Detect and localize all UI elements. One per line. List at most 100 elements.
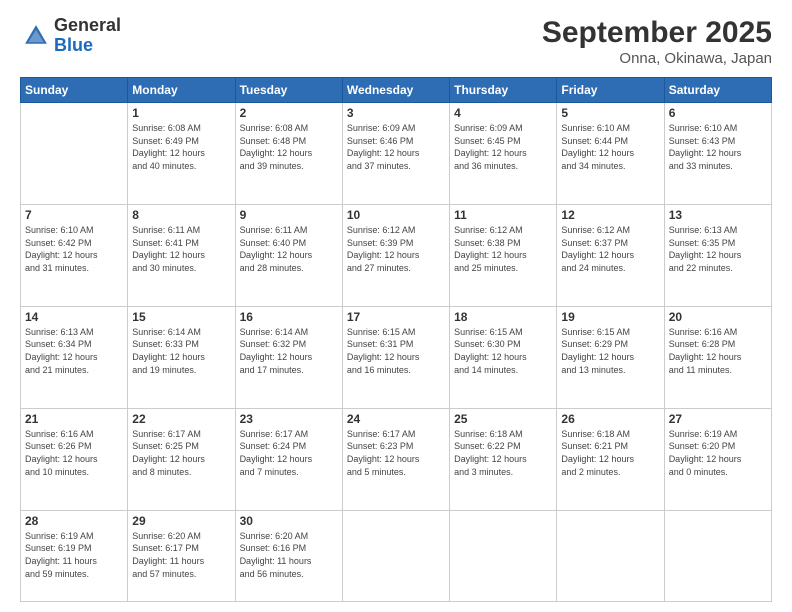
calendar-cell: 28 Sunrise: 6:19 AM Sunset: 6:19 PM Dayli… (21, 510, 128, 601)
weekday-header-row: SundayMondayTuesdayWednesdayThursdayFrid… (21, 78, 772, 103)
calendar-week-row: 28 Sunrise: 6:19 AM Sunset: 6:19 PM Dayli… (21, 510, 772, 601)
day-number: 29 (132, 514, 230, 528)
day-info: Sunrise: 6:08 AM Sunset: 6:49 PM Dayligh… (132, 122, 230, 172)
calendar-week-row: 21Sunrise: 6:16 AM Sunset: 6:26 PM Dayli… (21, 408, 772, 510)
day-info: Sunrise: 6:18 AM Sunset: 6:21 PM Dayligh… (561, 428, 659, 478)
day-info: Sunrise: 6:10 AM Sunset: 6:43 PM Dayligh… (669, 122, 767, 172)
day-number: 27 (669, 412, 767, 426)
calendar-cell: 20 Sunrise: 6:16 AM Sunset: 6:28 PM Dayli… (664, 306, 771, 408)
day-info: Sunrise: 6:16 AM Sunset: 6:28 PM Dayligh… (669, 326, 767, 376)
day-number: 4 (454, 106, 552, 120)
calendar-cell: 25 Sunrise: 6:18 AM Sunset: 6:22 PM Dayli… (450, 408, 557, 510)
weekday-header-monday: Monday (128, 78, 235, 103)
calendar-cell: 1 Sunrise: 6:08 AM Sunset: 6:49 PM Daylig… (128, 103, 235, 205)
day-info: Sunrise: 6:08 AM Sunset: 6:48 PM Dayligh… (240, 122, 338, 172)
calendar-cell: 30 Sunrise: 6:20 AM Sunset: 6:16 PM Dayli… (235, 510, 342, 601)
day-number: 17 (347, 310, 445, 324)
day-number: 12 (561, 208, 659, 222)
calendar-cell: 4 Sunrise: 6:09 AM Sunset: 6:45 PM Daylig… (450, 103, 557, 205)
calendar-cell: 9Sunrise: 6:11 AM Sunset: 6:40 PM Daylig… (235, 204, 342, 306)
calendar-cell (342, 510, 449, 601)
day-info: Sunrise: 6:17 AM Sunset: 6:24 PM Dayligh… (240, 428, 338, 478)
calendar-cell (664, 510, 771, 601)
weekday-header-sunday: Sunday (21, 78, 128, 103)
logo-text: General Blue (54, 16, 121, 56)
day-info: Sunrise: 6:19 AM Sunset: 6:19 PM Dayligh… (25, 530, 123, 580)
calendar-cell: 26 Sunrise: 6:18 AM Sunset: 6:21 PM Dayli… (557, 408, 664, 510)
day-number: 24 (347, 412, 445, 426)
day-number: 20 (669, 310, 767, 324)
day-info: Sunrise: 6:15 AM Sunset: 6:29 PM Dayligh… (561, 326, 659, 376)
month-title: September 2025 (542, 16, 772, 50)
day-number: 18 (454, 310, 552, 324)
day-info: Sunrise: 6:13 AM Sunset: 6:35 PM Dayligh… (669, 224, 767, 274)
calendar-table: SundayMondayTuesdayWednesdayThursdayFrid… (20, 77, 772, 602)
day-number: 2 (240, 106, 338, 120)
day-info: Sunrise: 6:17 AM Sunset: 6:23 PM Dayligh… (347, 428, 445, 478)
calendar-cell: 21Sunrise: 6:16 AM Sunset: 6:26 PM Dayli… (21, 408, 128, 510)
day-info: Sunrise: 6:15 AM Sunset: 6:31 PM Dayligh… (347, 326, 445, 376)
day-number: 26 (561, 412, 659, 426)
day-info: Sunrise: 6:15 AM Sunset: 6:30 PM Dayligh… (454, 326, 552, 376)
calendar-cell: 27 Sunrise: 6:19 AM Sunset: 6:20 PM Dayli… (664, 408, 771, 510)
day-number: 8 (132, 208, 230, 222)
day-info: Sunrise: 6:10 AM Sunset: 6:44 PM Dayligh… (561, 122, 659, 172)
weekday-header-tuesday: Tuesday (235, 78, 342, 103)
day-number: 5 (561, 106, 659, 120)
calendar-week-row: 14 Sunrise: 6:13 AM Sunset: 6:34 PM Dayli… (21, 306, 772, 408)
calendar-cell: 15Sunrise: 6:14 AM Sunset: 6:33 PM Dayli… (128, 306, 235, 408)
day-info: Sunrise: 6:17 AM Sunset: 6:25 PM Dayligh… (132, 428, 230, 478)
logo-icon (22, 22, 50, 50)
calendar-cell: 23 Sunrise: 6:17 AM Sunset: 6:24 PM Dayli… (235, 408, 342, 510)
calendar-cell (450, 510, 557, 601)
day-number: 10 (347, 208, 445, 222)
day-info: Sunrise: 6:18 AM Sunset: 6:22 PM Dayligh… (454, 428, 552, 478)
day-info: Sunrise: 6:20 AM Sunset: 6:16 PM Dayligh… (240, 530, 338, 580)
calendar-week-row: 7Sunrise: 6:10 AM Sunset: 6:42 PM Daylig… (21, 204, 772, 306)
day-number: 28 (25, 514, 123, 528)
header: General Blue September 2025 Onna, Okinaw… (20, 16, 772, 67)
day-number: 1 (132, 106, 230, 120)
calendar-cell: 14 Sunrise: 6:13 AM Sunset: 6:34 PM Dayli… (21, 306, 128, 408)
day-info: Sunrise: 6:11 AM Sunset: 6:41 PM Dayligh… (132, 224, 230, 274)
day-info: Sunrise: 6:09 AM Sunset: 6:45 PM Dayligh… (454, 122, 552, 172)
day-number: 25 (454, 412, 552, 426)
calendar-cell: 3Sunrise: 6:09 AM Sunset: 6:46 PM Daylig… (342, 103, 449, 205)
day-info: Sunrise: 6:09 AM Sunset: 6:46 PM Dayligh… (347, 122, 445, 172)
day-number: 11 (454, 208, 552, 222)
weekday-header-saturday: Saturday (664, 78, 771, 103)
day-info: Sunrise: 6:19 AM Sunset: 6:20 PM Dayligh… (669, 428, 767, 478)
calendar-cell: 10 Sunrise: 6:12 AM Sunset: 6:39 PM Dayli… (342, 204, 449, 306)
logo-general-text: General (54, 16, 121, 36)
calendar-cell: 2 Sunrise: 6:08 AM Sunset: 6:48 PM Daylig… (235, 103, 342, 205)
day-number: 7 (25, 208, 123, 222)
calendar-cell: 16 Sunrise: 6:14 AM Sunset: 6:32 PM Dayli… (235, 306, 342, 408)
logo: General Blue (20, 16, 121, 56)
page: General Blue September 2025 Onna, Okinaw… (0, 0, 792, 612)
day-number: 23 (240, 412, 338, 426)
day-info: Sunrise: 6:12 AM Sunset: 6:39 PM Dayligh… (347, 224, 445, 274)
calendar-cell: 24 Sunrise: 6:17 AM Sunset: 6:23 PM Dayli… (342, 408, 449, 510)
day-number: 21 (25, 412, 123, 426)
calendar-cell: 11 Sunrise: 6:12 AM Sunset: 6:38 PM Dayli… (450, 204, 557, 306)
day-info: Sunrise: 6:11 AM Sunset: 6:40 PM Dayligh… (240, 224, 338, 274)
day-number: 22 (132, 412, 230, 426)
day-number: 16 (240, 310, 338, 324)
day-info: Sunrise: 6:20 AM Sunset: 6:17 PM Dayligh… (132, 530, 230, 580)
day-number: 19 (561, 310, 659, 324)
day-info: Sunrise: 6:12 AM Sunset: 6:37 PM Dayligh… (561, 224, 659, 274)
calendar-cell: 5 Sunrise: 6:10 AM Sunset: 6:44 PM Daylig… (557, 103, 664, 205)
day-info: Sunrise: 6:14 AM Sunset: 6:33 PM Dayligh… (132, 326, 230, 376)
day-info: Sunrise: 6:12 AM Sunset: 6:38 PM Dayligh… (454, 224, 552, 274)
day-number: 30 (240, 514, 338, 528)
calendar-cell: 13 Sunrise: 6:13 AM Sunset: 6:35 PM Dayli… (664, 204, 771, 306)
day-number: 13 (669, 208, 767, 222)
calendar-cell: 18 Sunrise: 6:15 AM Sunset: 6:30 PM Dayli… (450, 306, 557, 408)
weekday-header-wednesday: Wednesday (342, 78, 449, 103)
day-info: Sunrise: 6:14 AM Sunset: 6:32 PM Dayligh… (240, 326, 338, 376)
day-number: 14 (25, 310, 123, 324)
calendar-cell: 22 Sunrise: 6:17 AM Sunset: 6:25 PM Dayli… (128, 408, 235, 510)
calendar-cell: 8 Sunrise: 6:11 AM Sunset: 6:41 PM Daylig… (128, 204, 235, 306)
calendar-week-row: 1 Sunrise: 6:08 AM Sunset: 6:49 PM Daylig… (21, 103, 772, 205)
day-info: Sunrise: 6:13 AM Sunset: 6:34 PM Dayligh… (25, 326, 123, 376)
